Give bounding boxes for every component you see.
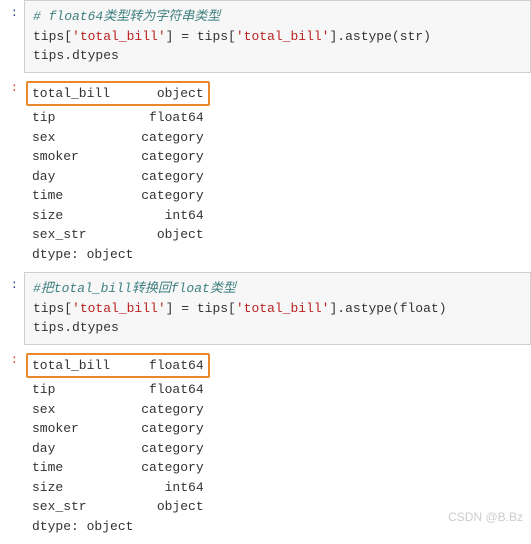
code-line-1b: tips.dtypes [33, 48, 119, 63]
output-cell-1: : total_bill object tip float64 sex cate… [0, 75, 531, 271]
output-row: size int64 [32, 478, 523, 498]
output-row: smoker category [32, 419, 523, 439]
output-block-1: total_bill object tip float64 sex catego… [24, 75, 531, 271]
output-row: tip float64 [32, 108, 523, 128]
output-row: time category [32, 458, 523, 478]
output-row: time category [32, 186, 523, 206]
code-line-1a: tips['total_bill'] = tips['total_bill'].… [33, 29, 431, 44]
watermark: CSDN @B.Bz [448, 510, 523, 524]
code-line-2a: tips['total_bill'] = tips['total_bill'].… [33, 301, 447, 316]
output-row: sex category [32, 400, 523, 420]
out-prompt-2: : [0, 347, 24, 543]
comment-1: # float64类型转为字符串类型 [33, 9, 220, 24]
code-line-2b: tips.dtypes [33, 320, 119, 335]
input-cell-1: : # float64类型转为字符串类型 tips['total_bill'] … [0, 0, 531, 73]
highlight-row-1: total_bill object [26, 81, 210, 107]
output-row: sex_str object [32, 225, 523, 245]
in-prompt-1: : [0, 0, 24, 73]
output-row: dtype: object [32, 245, 523, 265]
output-row: size int64 [32, 206, 523, 226]
out-prompt-1: : [0, 75, 24, 271]
code-block-2[interactable]: #把total_bill转换回float类型 tips['total_bill'… [24, 272, 531, 345]
highlight-row-2: total_bill float64 [26, 353, 210, 379]
comment-2: #把total_bill转换回float类型 [33, 281, 236, 296]
output-row: sex category [32, 128, 523, 148]
output-row: tip float64 [32, 380, 523, 400]
output-row: smoker category [32, 147, 523, 167]
input-cell-2: : #把total_bill转换回float类型 tips['total_bil… [0, 272, 531, 345]
output-row: day category [32, 439, 523, 459]
code-block-1[interactable]: # float64类型转为字符串类型 tips['total_bill'] = … [24, 0, 531, 73]
output-row: day category [32, 167, 523, 187]
in-prompt-2: : [0, 272, 24, 345]
